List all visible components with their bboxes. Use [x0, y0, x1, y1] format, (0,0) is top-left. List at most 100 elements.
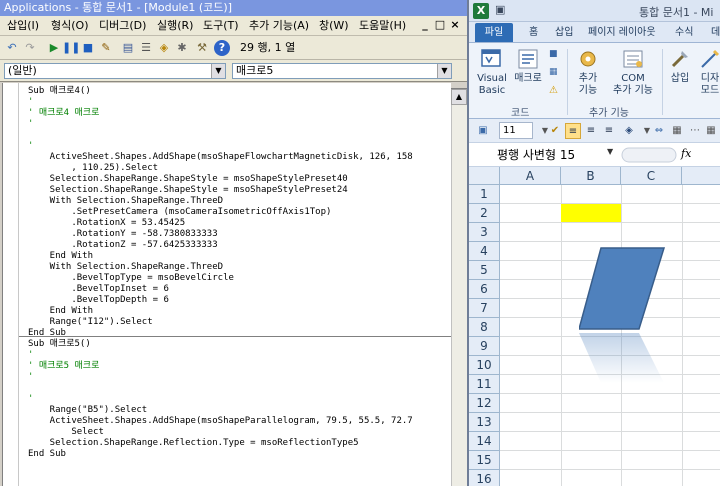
- menu-format[interactable]: 형식(O): [48, 18, 91, 34]
- insert-control-button[interactable]: 삽입: [667, 47, 693, 85]
- break-icon[interactable]: ❚❚: [62, 40, 80, 56]
- chevron-down-icon[interactable]: ▼: [211, 64, 225, 78]
- menu-run[interactable]: 실행(R): [154, 18, 196, 34]
- row-header[interactable]: 10: [469, 356, 500, 375]
- code-line: ActiveSheet.Shapes.AddShape(msoShapeFlow…: [28, 152, 413, 162]
- vba-toolbar: ↶ ↷ ▶ ❚❚ ■ ✎ ▤ ☰ ◈ ✱ ⚒ ? 29 행, 1 열: [0, 36, 467, 60]
- toolbox-icon[interactable]: ✱: [174, 40, 190, 56]
- gridline: [500, 431, 720, 432]
- visual-basic-label: Visual Basic: [477, 73, 507, 96]
- code-comment-line: ': [28, 394, 34, 404]
- fill-color-icon[interactable]: ◈: [621, 123, 637, 139]
- tab-data[interactable]: 데: [711, 25, 720, 40]
- close-button[interactable]: ×: [448, 18, 462, 32]
- column-header-b[interactable]: B: [561, 167, 621, 185]
- code-margin[interactable]: [3, 83, 19, 486]
- column-header-a[interactable]: A: [500, 167, 561, 185]
- menu-addins[interactable]: 추가 기능(A): [246, 18, 312, 34]
- macro-security-icon[interactable]: ⚠: [549, 85, 558, 96]
- procedure-combo-value: 매크로5: [236, 64, 274, 77]
- properties-icon[interactable]: ☰: [138, 40, 154, 56]
- row-header[interactable]: 2: [469, 204, 500, 223]
- code-vertical-scrollbar[interactable]: [451, 83, 467, 486]
- column-header-d[interactable]: [682, 167, 720, 185]
- row-header[interactable]: 13: [469, 413, 500, 432]
- undo-icon[interactable]: ↶: [4, 40, 20, 56]
- menu-insert[interactable]: 삽입(I): [4, 18, 42, 34]
- tab-insert[interactable]: 삽입: [555, 25, 573, 40]
- relative-ref-icon[interactable]: ▦: [549, 67, 558, 77]
- object-browser-icon[interactable]: ◈: [156, 40, 172, 56]
- row-header[interactable]: 12: [469, 394, 500, 413]
- gridline: [500, 412, 720, 413]
- fx-icon[interactable]: fx: [681, 147, 691, 160]
- row-header[interactable]: 14: [469, 432, 500, 451]
- chevron-down-icon[interactable]: ▼: [437, 64, 451, 78]
- row-header[interactable]: 15: [469, 451, 500, 470]
- row-header[interactable]: 9: [469, 337, 500, 356]
- name-box[interactable]: 평행 사변형 15: [471, 146, 621, 164]
- design-mode-icon[interactable]: ✎: [98, 40, 114, 56]
- row-header[interactable]: 3: [469, 223, 500, 242]
- reset-icon[interactable]: ■: [80, 40, 96, 56]
- code-line: ActiveSheet.Shapes.AddShape(msoShapePara…: [28, 416, 413, 426]
- save-icon[interactable]: ▣: [475, 123, 491, 139]
- minimize-button[interactable]: _: [418, 18, 432, 32]
- select-all-corner[interactable]: [469, 167, 500, 185]
- procedure-combo[interactable]: 매크로5 ▼: [232, 63, 452, 79]
- run-icon[interactable]: ▶: [46, 40, 62, 56]
- row-header[interactable]: 7: [469, 299, 500, 318]
- ribbon-separator: [567, 49, 568, 115]
- visual-basic-button[interactable]: Visual Basic: [475, 47, 509, 97]
- align-right-icon[interactable]: ≡: [601, 123, 617, 139]
- more-icon[interactable]: ⋯: [687, 123, 703, 139]
- borders-icon[interactable]: ▦: [669, 123, 685, 139]
- row-header[interactable]: 1: [469, 185, 500, 204]
- tab-file[interactable]: 파일: [475, 23, 513, 42]
- column-header-c[interactable]: C: [621, 167, 682, 185]
- macro-button[interactable]: 매크로: [511, 47, 545, 85]
- menu-tools[interactable]: 도구(T): [200, 18, 242, 34]
- tab-home[interactable]: 홈: [529, 25, 538, 40]
- chevron-down-icon[interactable]: ▼: [607, 147, 613, 156]
- save-icon[interactable]: ▣: [495, 3, 505, 16]
- worksheet-grid[interactable]: A B C 1 2 3 4 5 6 7 8 9 10 11 12 13 14 15 16: [469, 167, 720, 486]
- code-window[interactable]: Sub 매크로4() ' ' 매크로4 매크로 ' ' ActiveSheet.Shap…: [2, 83, 451, 486]
- align-left-icon[interactable]: ≡: [565, 123, 581, 139]
- scroll-up-icon[interactable]: ▲: [451, 89, 467, 105]
- parallelogram-body[interactable]: [579, 247, 666, 330]
- com-addins-button[interactable]: COM 추가 기능: [609, 47, 657, 97]
- tools-icon[interactable]: ⚒: [194, 40, 210, 56]
- cell-b2-highlight[interactable]: [561, 204, 621, 222]
- tab-formulas[interactable]: 수식: [675, 25, 693, 40]
- addins-button[interactable]: 추가 기능: [573, 47, 603, 97]
- restore-button[interactable]: □: [433, 18, 447, 32]
- row-header[interactable]: 4: [469, 242, 500, 261]
- merge-icon[interactable]: ⇔: [651, 123, 667, 139]
- grid-icon[interactable]: ▦: [703, 123, 719, 139]
- design-mode-label: 디자 모드: [700, 73, 720, 96]
- macro-label: 매크로: [514, 73, 542, 84]
- code-line: End With: [28, 306, 94, 316]
- gridline: [500, 450, 720, 451]
- row-header[interactable]: 11: [469, 375, 500, 394]
- redo-icon[interactable]: ↷: [22, 40, 38, 56]
- align-center-icon[interactable]: ≡: [583, 123, 599, 139]
- font-size-box[interactable]: 11: [499, 122, 533, 139]
- menu-debug[interactable]: 디버그(D): [96, 18, 149, 34]
- row-header[interactable]: 8: [469, 318, 500, 337]
- menu-help[interactable]: 도움말(H): [356, 18, 409, 34]
- row-header[interactable]: 6: [469, 280, 500, 299]
- menu-window[interactable]: 창(W): [316, 18, 352, 34]
- tab-page-layout[interactable]: 페이지 레이아웃: [588, 25, 656, 40]
- formula-splitter[interactable]: [621, 146, 677, 164]
- project-explorer-icon[interactable]: ▤: [120, 40, 136, 56]
- format-painter-icon[interactable]: ✔: [547, 123, 563, 139]
- parallelogram-shape[interactable]: [579, 245, 679, 385]
- help-icon[interactable]: ?: [214, 40, 230, 56]
- record-macro-icon[interactable]: ■: [549, 49, 558, 59]
- row-header[interactable]: 16: [469, 470, 500, 486]
- row-header[interactable]: 5: [469, 261, 500, 280]
- object-combo[interactable]: (일반) ▼: [4, 63, 226, 79]
- design-mode-button[interactable]: 디자 모드: [697, 47, 720, 97]
